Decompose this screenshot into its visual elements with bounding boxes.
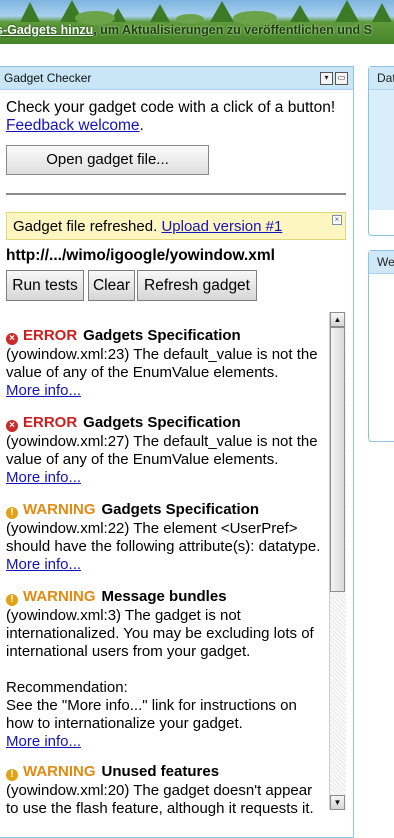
severity-label: ERROR <box>23 414 78 431</box>
refresh-gadget-button[interactable]: Refresh gadget <box>137 270 257 301</box>
result-item: ! WARNING Unused features (yowindow.xml:20… <box>6 762 328 818</box>
side-gadget-1-title: Dat <box>369 67 394 90</box>
recommendation-text: See the "More info..." link for instruct… <box>6 697 297 732</box>
run-tests-button[interactable]: Run tests <box>6 270 84 301</box>
warning-icon: ! <box>6 594 18 606</box>
notice-text: Gadget file refreshed. <box>13 218 158 235</box>
severity-label: WARNING <box>23 588 96 605</box>
category-label: Unused features <box>101 763 220 780</box>
category-label: Gadgets Specification <box>83 327 241 344</box>
side-gadget-2-title: We <box>369 251 394 274</box>
add-gadgets-link[interactable]: s-Gadgets hinzu <box>0 23 93 37</box>
gadget-file-path: http://.../wimo/igoogle/yowindow.xml <box>6 247 275 264</box>
result-message: (yowindow.xml:3) The gadget is not inter… <box>6 607 314 660</box>
side-gadget-2: We <box>368 250 394 442</box>
result-item: ! WARNING Message bundles (yowindow.xml:3)… <box>6 587 328 751</box>
error-icon: × <box>6 333 18 345</box>
warning-icon: ! <box>6 769 18 781</box>
open-gadget-file-button[interactable]: Open gadget file... <box>6 145 209 175</box>
results-scrollbar[interactable]: ▲ ▼ <box>329 312 346 810</box>
refresh-notice: Gadget file refreshed. Upload version #1… <box>6 212 346 240</box>
category-label: Message bundles <box>101 588 227 605</box>
more-info-link[interactable]: More info... <box>6 556 81 573</box>
error-icon: × <box>6 420 18 432</box>
feedback-suffix: . <box>139 117 144 134</box>
severity-label: WARNING <box>23 763 96 780</box>
upload-version-link[interactable]: Upload version #1 <box>161 218 282 235</box>
recommendation-label: Recommendation: <box>6 679 128 696</box>
close-icon[interactable]: × <box>332 215 342 225</box>
results-list[interactable]: × ERROR Gadgets Specification (yowindow.xm… <box>6 312 328 821</box>
intro-text: Check your gadget code with a click of a… <box>6 99 336 116</box>
category-label: Gadgets Specification <box>101 501 260 518</box>
warning-icon: ! <box>6 507 18 519</box>
result-message: (yowindow.xml:22) The element <UserPref>… <box>6 520 321 555</box>
severity-label: WARNING <box>23 501 96 518</box>
result-item: × ERROR Gadgets Specification (yowindow.xm… <box>6 326 328 400</box>
maximize-icon[interactable]: ▭ <box>335 72 348 85</box>
result-message: (yowindow.xml:20) The gadget doesn't app… <box>6 782 314 817</box>
side-gadget-1: Dat <box>368 66 394 236</box>
severity-label: ERROR <box>23 327 78 344</box>
banner-text-row: s-Gadgets hinzu, um Aktualisierungen zu … <box>0 19 394 41</box>
side-gadget-1-body <box>369 90 394 210</box>
feedback-link[interactable]: Feedback welcome <box>6 117 140 134</box>
intro-text-block: Check your gadget code with a click of a… <box>6 99 335 135</box>
result-item: ! WARNING Gadgets Specification (yowindow.… <box>6 500 328 574</box>
panel-header: Gadget Checker ▾ ▭ <box>0 67 353 90</box>
clear-button[interactable]: Clear <box>88 270 135 301</box>
scrollbar-thumb[interactable] <box>330 327 345 592</box>
scroll-down-icon[interactable]: ▼ <box>330 795 345 810</box>
more-info-link[interactable]: More info... <box>6 469 81 486</box>
category-label: Gadgets Specification <box>83 414 241 431</box>
minimize-icon[interactable]: ▾ <box>320 72 333 85</box>
result-message: (yowindow.xml:23) The default_value is n… <box>6 346 318 381</box>
panel-title: Gadget Checker <box>4 71 92 85</box>
result-message: (yowindow.xml:27) The default_value is n… <box>6 433 318 468</box>
divider <box>6 193 346 195</box>
header-banner: s-Gadgets hinzu, um Aktualisierungen zu … <box>0 0 394 50</box>
result-item: × ERROR Gadgets Specification (yowindow.xm… <box>6 413 328 487</box>
more-info-link[interactable]: More info... <box>6 382 81 399</box>
banner-divider <box>0 44 394 50</box>
scroll-up-icon[interactable]: ▲ <box>330 312 345 327</box>
banner-description: , um Aktualisierungen zu veröffentlichen… <box>93 23 372 37</box>
more-info-link[interactable]: More info... <box>6 733 81 750</box>
